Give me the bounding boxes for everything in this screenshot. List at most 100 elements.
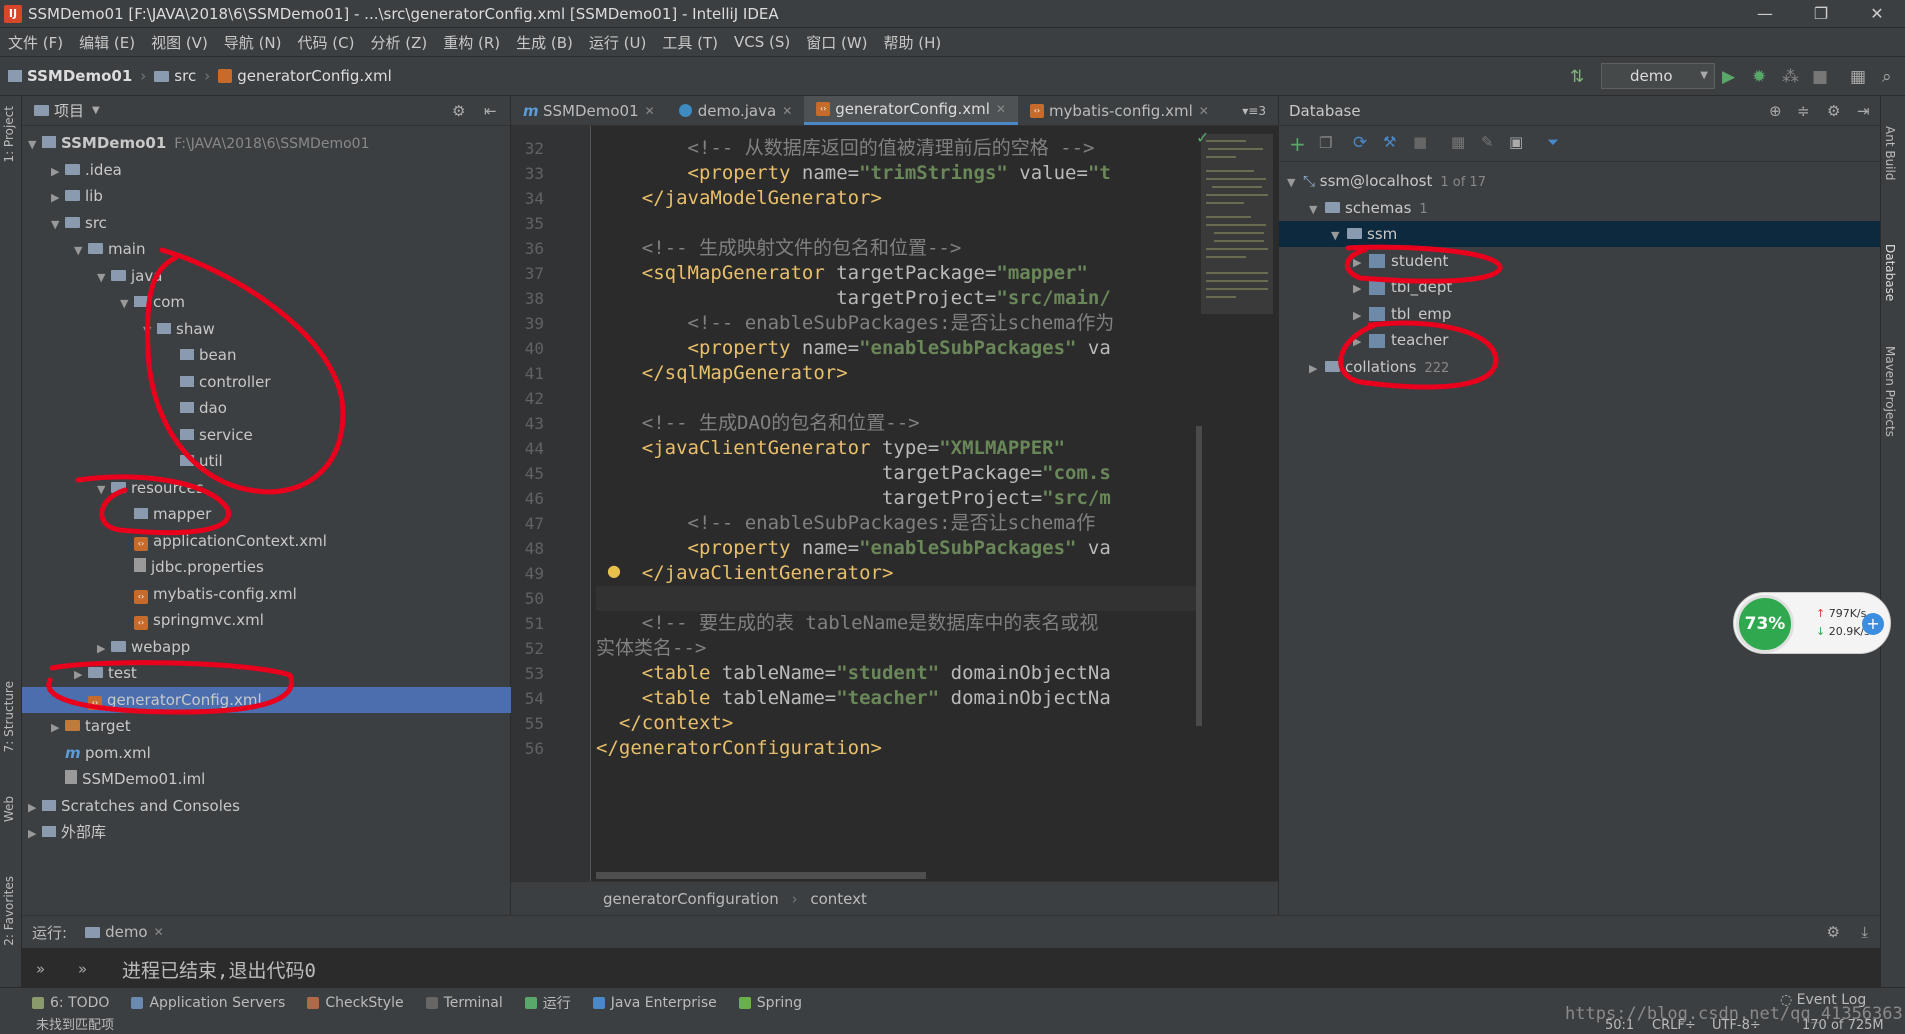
chevron-right-icon[interactable]: ▶ [28, 821, 42, 847]
tree-item[interactable]: bean [22, 342, 511, 368]
structure-tool-button[interactable]: 7: Structure [2, 681, 16, 752]
tree-item[interactable]: jdbc.properties [22, 554, 511, 580]
menu-item[interactable]: VCS (S) [726, 33, 798, 51]
minimize-panel-icon[interactable]: ⤓ [1861, 923, 1868, 941]
add-icon[interactable]: + [1289, 132, 1306, 156]
edit-icon[interactable]: ✎ [1481, 133, 1494, 151]
tree-item[interactable]: ▶ target [22, 713, 511, 739]
menu-item[interactable]: 窗口 (W) [798, 32, 875, 53]
tool-window-button[interactable]: Application Servers [131, 995, 285, 1011]
hide-panel-icon[interactable]: ⇥ [1857, 96, 1870, 126]
run-icon[interactable]: ▶ [1722, 67, 1735, 87]
hide-panel-icon[interactable]: ⇤ [484, 102, 497, 120]
chevron-down-icon[interactable]: ▼ [1287, 170, 1303, 196]
favorites-tool-button[interactable]: 2: Favorites [2, 876, 16, 946]
crumb-src[interactable]: src › [154, 67, 210, 85]
tree-item[interactable]: ▼ com [22, 289, 511, 315]
chevron-right-icon[interactable]: ▶ [51, 185, 65, 211]
table-editor-icon[interactable]: ▦ [1451, 133, 1465, 151]
chevron-right-icon[interactable]: ▶ [1353, 250, 1369, 276]
crumb-project[interactable]: SSMDemo01 › [8, 67, 146, 85]
chevron-right-icon[interactable]: ▶ [1353, 303, 1369, 329]
tree-item[interactable]: ‹› springmvc.xml [22, 607, 511, 633]
chevron-down-icon[interactable]: ▼ [143, 318, 157, 344]
chevron-down-icon[interactable]: ▼ [28, 132, 42, 158]
editor-tab[interactable]: ‹› mybatis-config.xml ✕ [1018, 96, 1221, 125]
tree-item[interactable]: ▶ lib [22, 183, 511, 209]
expand-icon[interactable]: » [36, 960, 45, 978]
menu-item[interactable]: 文件 (F) [0, 32, 71, 53]
crumb-file[interactable]: generatorConfig.xml [218, 67, 392, 85]
db-tree-item[interactable]: ▶ tbl_emp [1279, 301, 1880, 327]
collapse-icon[interactable]: ≑ [1797, 96, 1810, 126]
tree-item[interactable]: ▶ webapp [22, 634, 511, 660]
breadcrumb-generatorConfiguration[interactable]: generatorConfiguration [603, 890, 779, 908]
project-structure-icon[interactable]: ▦ [1850, 67, 1866, 87]
tree-item[interactable]: util [22, 448, 511, 474]
search-icon[interactable]: ⌕ [1882, 67, 1892, 87]
tree-item[interactable]: service [22, 422, 511, 448]
chevron-right-icon[interactable]: ▶ [97, 636, 111, 662]
code-minimap[interactable]: ✓ [1196, 126, 1278, 881]
db-tree-item[interactable]: ▶ teacher [1279, 327, 1880, 353]
tree-item[interactable]: ▶ .idea [22, 157, 511, 183]
coverage-icon[interactable]: ⁂ [1782, 67, 1799, 87]
menu-item[interactable]: 导航 (N) [216, 32, 290, 53]
tree-item[interactable]: ▼ main [22, 236, 511, 262]
tool-window-button[interactable]: 运行 [524, 993, 571, 1013]
tree-item[interactable]: ‹› mybatis-config.xml [22, 581, 511, 607]
menu-item[interactable]: 视图 (V) [143, 32, 216, 53]
db-tree-item[interactable]: ▼ ⤡ ssm@localhost 1 of 17 [1279, 168, 1880, 194]
menu-item[interactable]: 生成 (B) [508, 32, 581, 53]
gear-icon[interactable]: ⚙ [1827, 923, 1840, 941]
tool-window-button[interactable]: 6: TODO [32, 995, 109, 1011]
tool-window-button[interactable]: Terminal [425, 995, 503, 1011]
tree-item[interactable]: SSMDemo01.iml [22, 766, 511, 792]
gear-icon[interactable]: ⚙ [452, 102, 465, 120]
maximize-button[interactable]: ❐ [1793, 0, 1849, 28]
chevron-right-icon[interactable]: ▶ [28, 795, 42, 821]
tree-item[interactable]: ▼ java [22, 263, 511, 289]
project-view-select[interactable]: 项目 [54, 100, 84, 121]
tree-item[interactable]: ▶ 外部库 [22, 819, 511, 845]
editor-tab[interactable]: ‹› generatorConfig.xml ✕ [804, 96, 1018, 125]
tree-item[interactable]: controller [22, 369, 511, 395]
breadcrumb-context[interactable]: context [810, 890, 867, 908]
chevron-down-icon[interactable]: ▼ [97, 477, 111, 503]
menu-item[interactable]: 帮助 (H) [876, 32, 950, 53]
editor-tab[interactable]: m SSMDemo01 ✕ [511, 96, 667, 125]
db-tree-item[interactable]: ▶ tbl_dept [1279, 274, 1880, 300]
menu-item[interactable]: 编辑 (E) [71, 32, 143, 53]
tree-item[interactable]: ‹› generatorConfig.xml [22, 686, 511, 713]
tree-item[interactable]: mapper [22, 501, 511, 527]
chevron-down-icon[interactable]: ▼ [120, 291, 134, 317]
chevron-down-icon[interactable]: ▼ [92, 105, 100, 116]
tree-item[interactable]: ‹› applicationContext.xml [22, 528, 511, 554]
project-tool-button[interactable]: 1: Project [2, 106, 16, 163]
close-tab-icon[interactable]: ✕ [782, 96, 792, 126]
vcs-update-icon[interactable]: ⇅ [1570, 67, 1584, 87]
tree-item[interactable]: ▼ SSMDemo01 F:\JAVA\2018\6\SSMDemo01 [22, 130, 511, 156]
horizontal-scrollbar[interactable] [596, 872, 926, 879]
target-icon[interactable]: ⊕ [1769, 96, 1782, 126]
code-area[interactable]: <!-- 从数据库返回的值被清理前后的空格 --> <property name… [596, 126, 1196, 881]
maven-tool-button[interactable]: Maven Projects [1883, 346, 1897, 437]
tool-window-button[interactable]: Spring [738, 995, 802, 1011]
chevron-right-icon[interactable]: ▶ [51, 715, 65, 741]
db-tree-item[interactable]: ▶ student [1279, 248, 1880, 274]
tree-item[interactable]: ▶ Scratches and Consoles [22, 793, 511, 819]
chevron-right-icon[interactable]: ▶ [51, 159, 65, 185]
chevron-down-icon[interactable]: ▼ [1309, 197, 1325, 223]
lightbulb-icon[interactable]: ● [607, 561, 621, 580]
menu-item[interactable]: 重构 (R) [435, 32, 508, 53]
filter-icon[interactable]: ⏷ [1547, 133, 1559, 151]
chevron-down-icon[interactable]: ▼ [1331, 223, 1347, 249]
expand-output-icon[interactable]: » [78, 960, 87, 978]
refresh-icon[interactable]: ⟳ [1353, 133, 1367, 153]
database-tool-button[interactable]: Database [1883, 244, 1897, 301]
close-tab-icon[interactable]: ✕ [645, 96, 655, 126]
tree-item[interactable]: dao [22, 395, 511, 421]
console-icon[interactable]: ▣ [1509, 133, 1523, 151]
chevron-down-icon[interactable]: ▼ [97, 265, 111, 291]
db-tree-item[interactable]: ▼ schemas 1 [1279, 195, 1880, 221]
